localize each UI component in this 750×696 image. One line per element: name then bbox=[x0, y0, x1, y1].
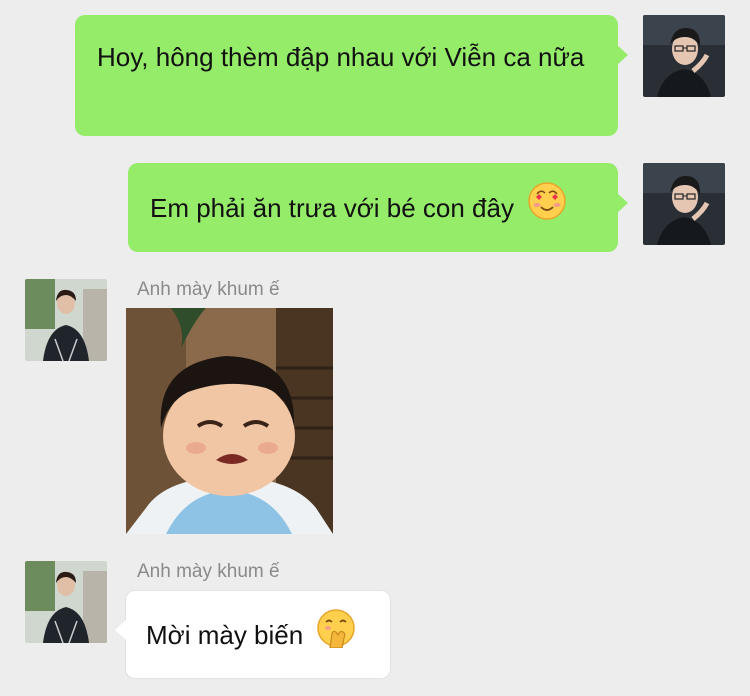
incoming-message-bubble[interactable]: Mời mày biến bbox=[115, 590, 391, 679]
outgoing-message-bubble[interactable]: Hoy, hông thèm đập nhau với Viễn ca nữa bbox=[75, 15, 628, 136]
sender-name: Anh mày khum ế bbox=[137, 279, 280, 300]
message-text: Hoy, hông thèm đập nhau với Viễn ca nữa bbox=[97, 42, 585, 72]
contact-avatar[interactable] bbox=[25, 561, 107, 643]
message-text: Mời mày biến bbox=[146, 620, 304, 650]
smiling-face-with-heart-eyes-icon bbox=[527, 181, 567, 232]
sender-name: Anh mày khum ế bbox=[137, 561, 280, 582]
crying-child-sticker[interactable] bbox=[126, 308, 333, 534]
message-text: Em phải ăn trưa với bé con đây bbox=[150, 193, 514, 223]
outgoing-message-bubble[interactable]: Em phải ăn trưa với bé con đây bbox=[128, 163, 628, 252]
contact-avatar[interactable] bbox=[25, 279, 107, 361]
self-avatar[interactable] bbox=[643, 15, 725, 97]
hand-over-mouth-emoji-icon bbox=[316, 608, 356, 659]
self-avatar[interactable] bbox=[643, 163, 725, 245]
